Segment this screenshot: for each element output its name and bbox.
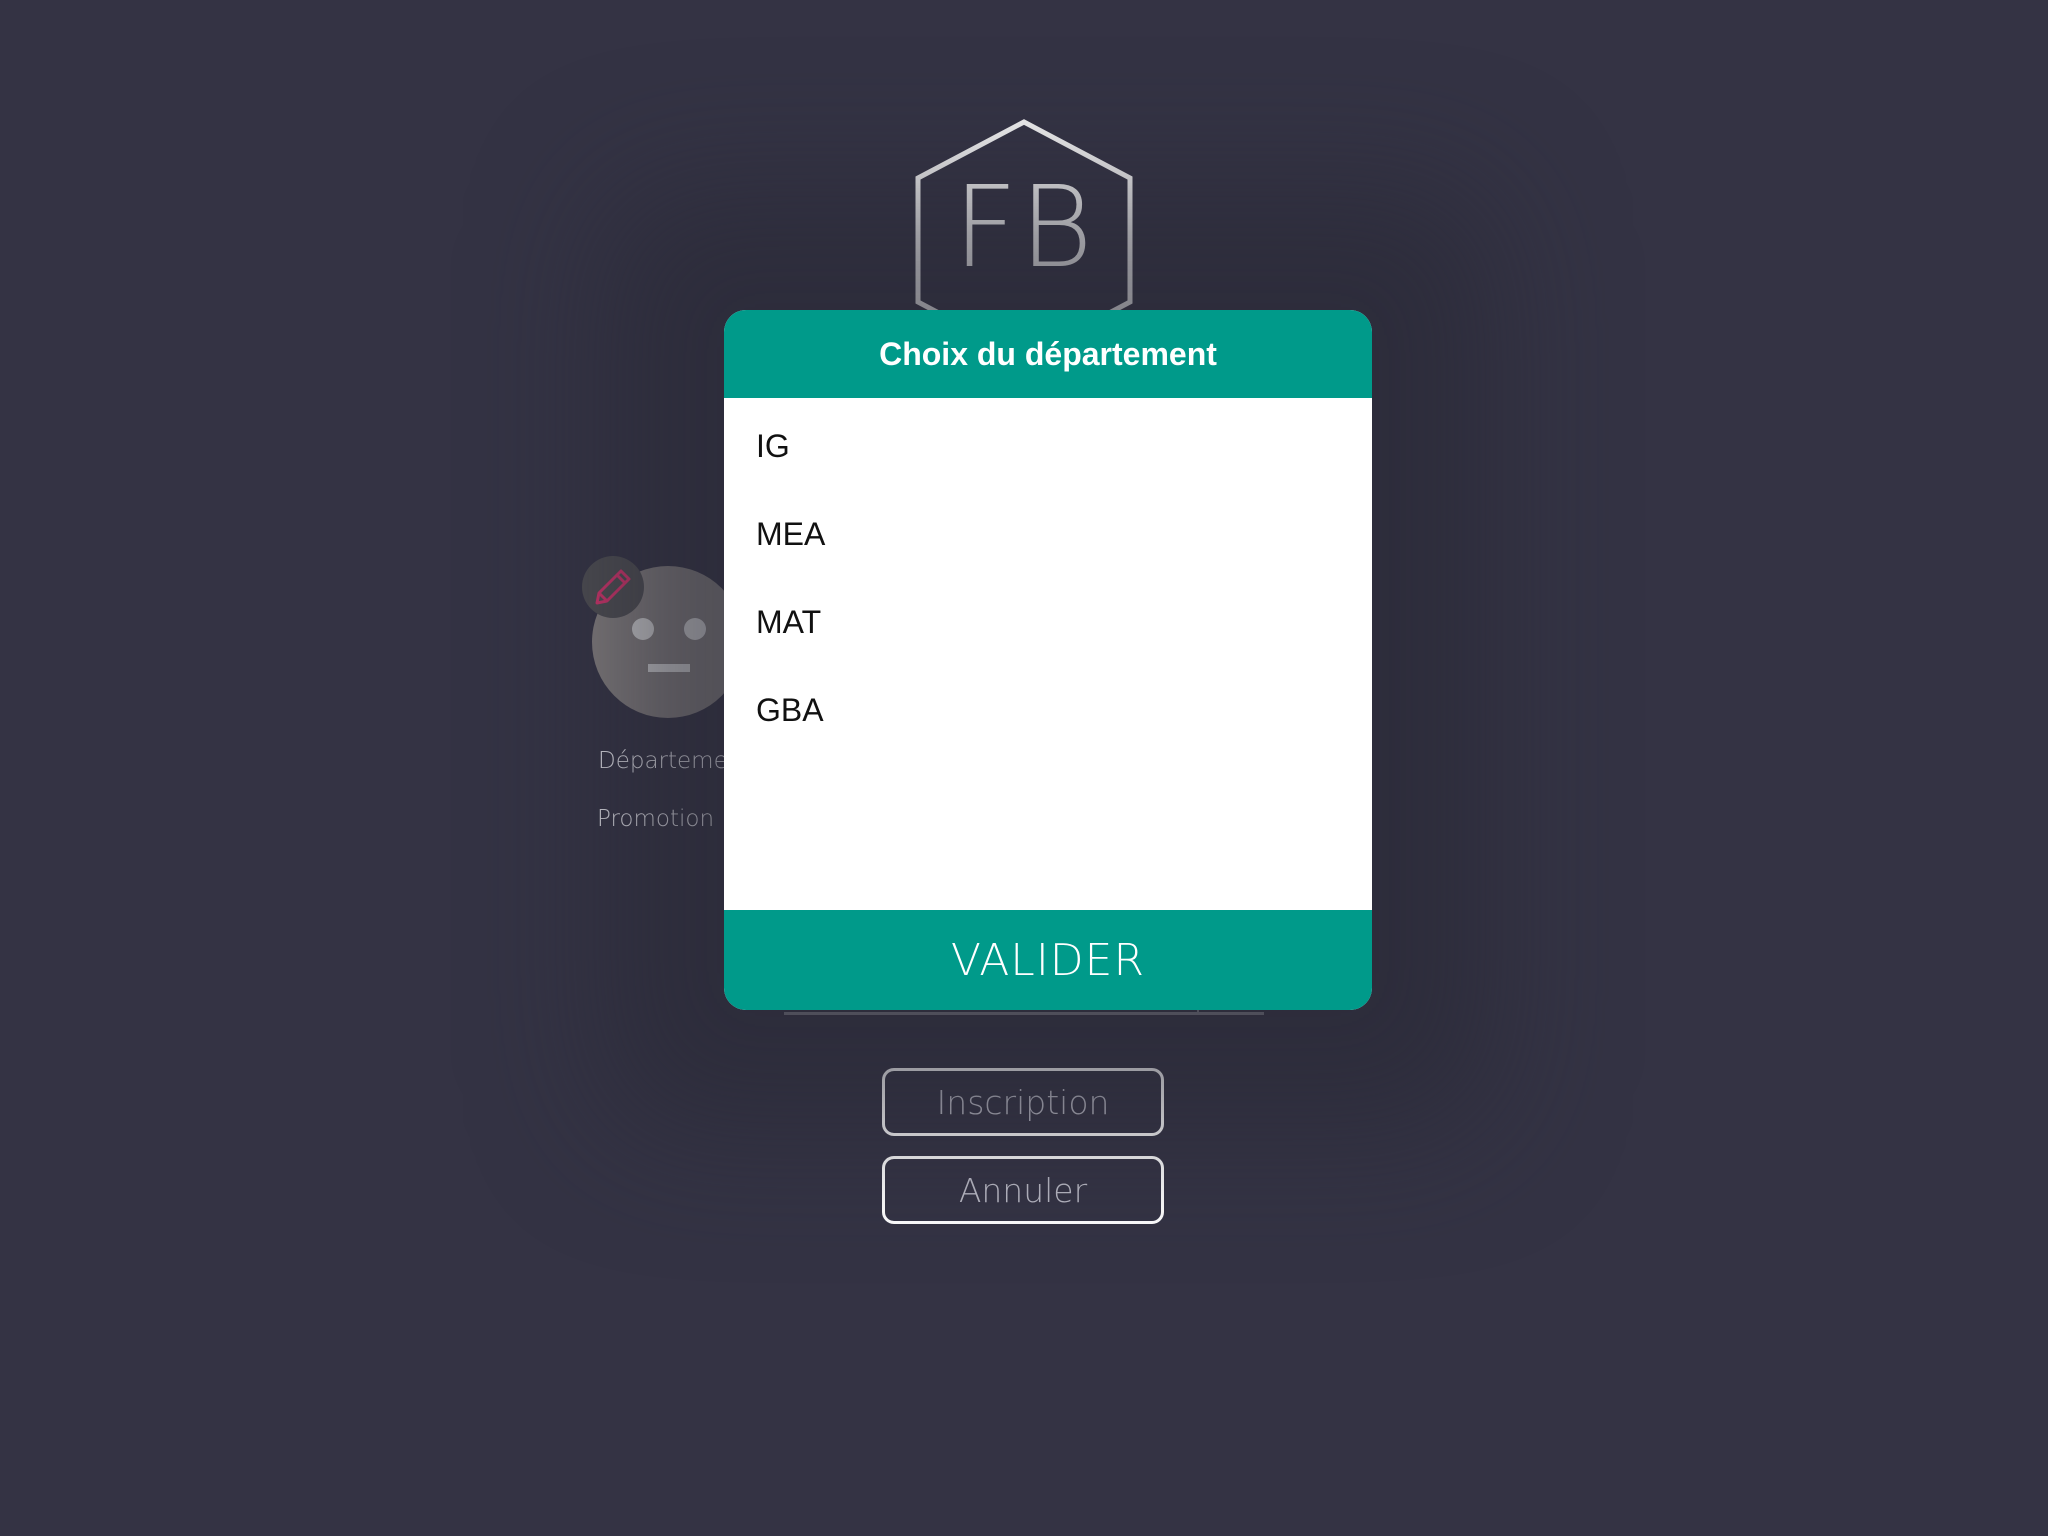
department-option-gba[interactable]: GBA xyxy=(756,694,824,726)
promotion-label: Promotion xyxy=(597,806,715,832)
annuler-button[interactable]: Annuler xyxy=(882,1156,1164,1224)
app-logo: FB xyxy=(908,116,1140,340)
department-option-mat[interactable]: MAT xyxy=(756,606,821,638)
field-underline xyxy=(784,1012,1264,1015)
avatar-right-eye xyxy=(684,618,706,640)
department-picker-dialog: Choix du département IG MEA MAT GBA VALI… xyxy=(724,310,1372,1010)
logo-text: FB xyxy=(953,163,1095,293)
dialog-title: Choix du département xyxy=(724,310,1372,398)
avatar-left-eye xyxy=(632,618,654,640)
inscription-button[interactable]: Inscription xyxy=(882,1068,1164,1136)
edit-avatar-button[interactable] xyxy=(582,556,644,618)
registration-screen: FB Département Promotion Inscription Ann… xyxy=(0,0,2048,1536)
department-options-list: IG MEA MAT GBA xyxy=(724,398,1372,910)
pencil-icon xyxy=(595,569,631,605)
department-option-ig[interactable]: IG xyxy=(756,430,790,462)
avatar-mouth xyxy=(648,664,690,672)
valider-button[interactable]: VALIDER xyxy=(724,910,1372,1010)
department-option-mea[interactable]: MEA xyxy=(756,518,825,550)
